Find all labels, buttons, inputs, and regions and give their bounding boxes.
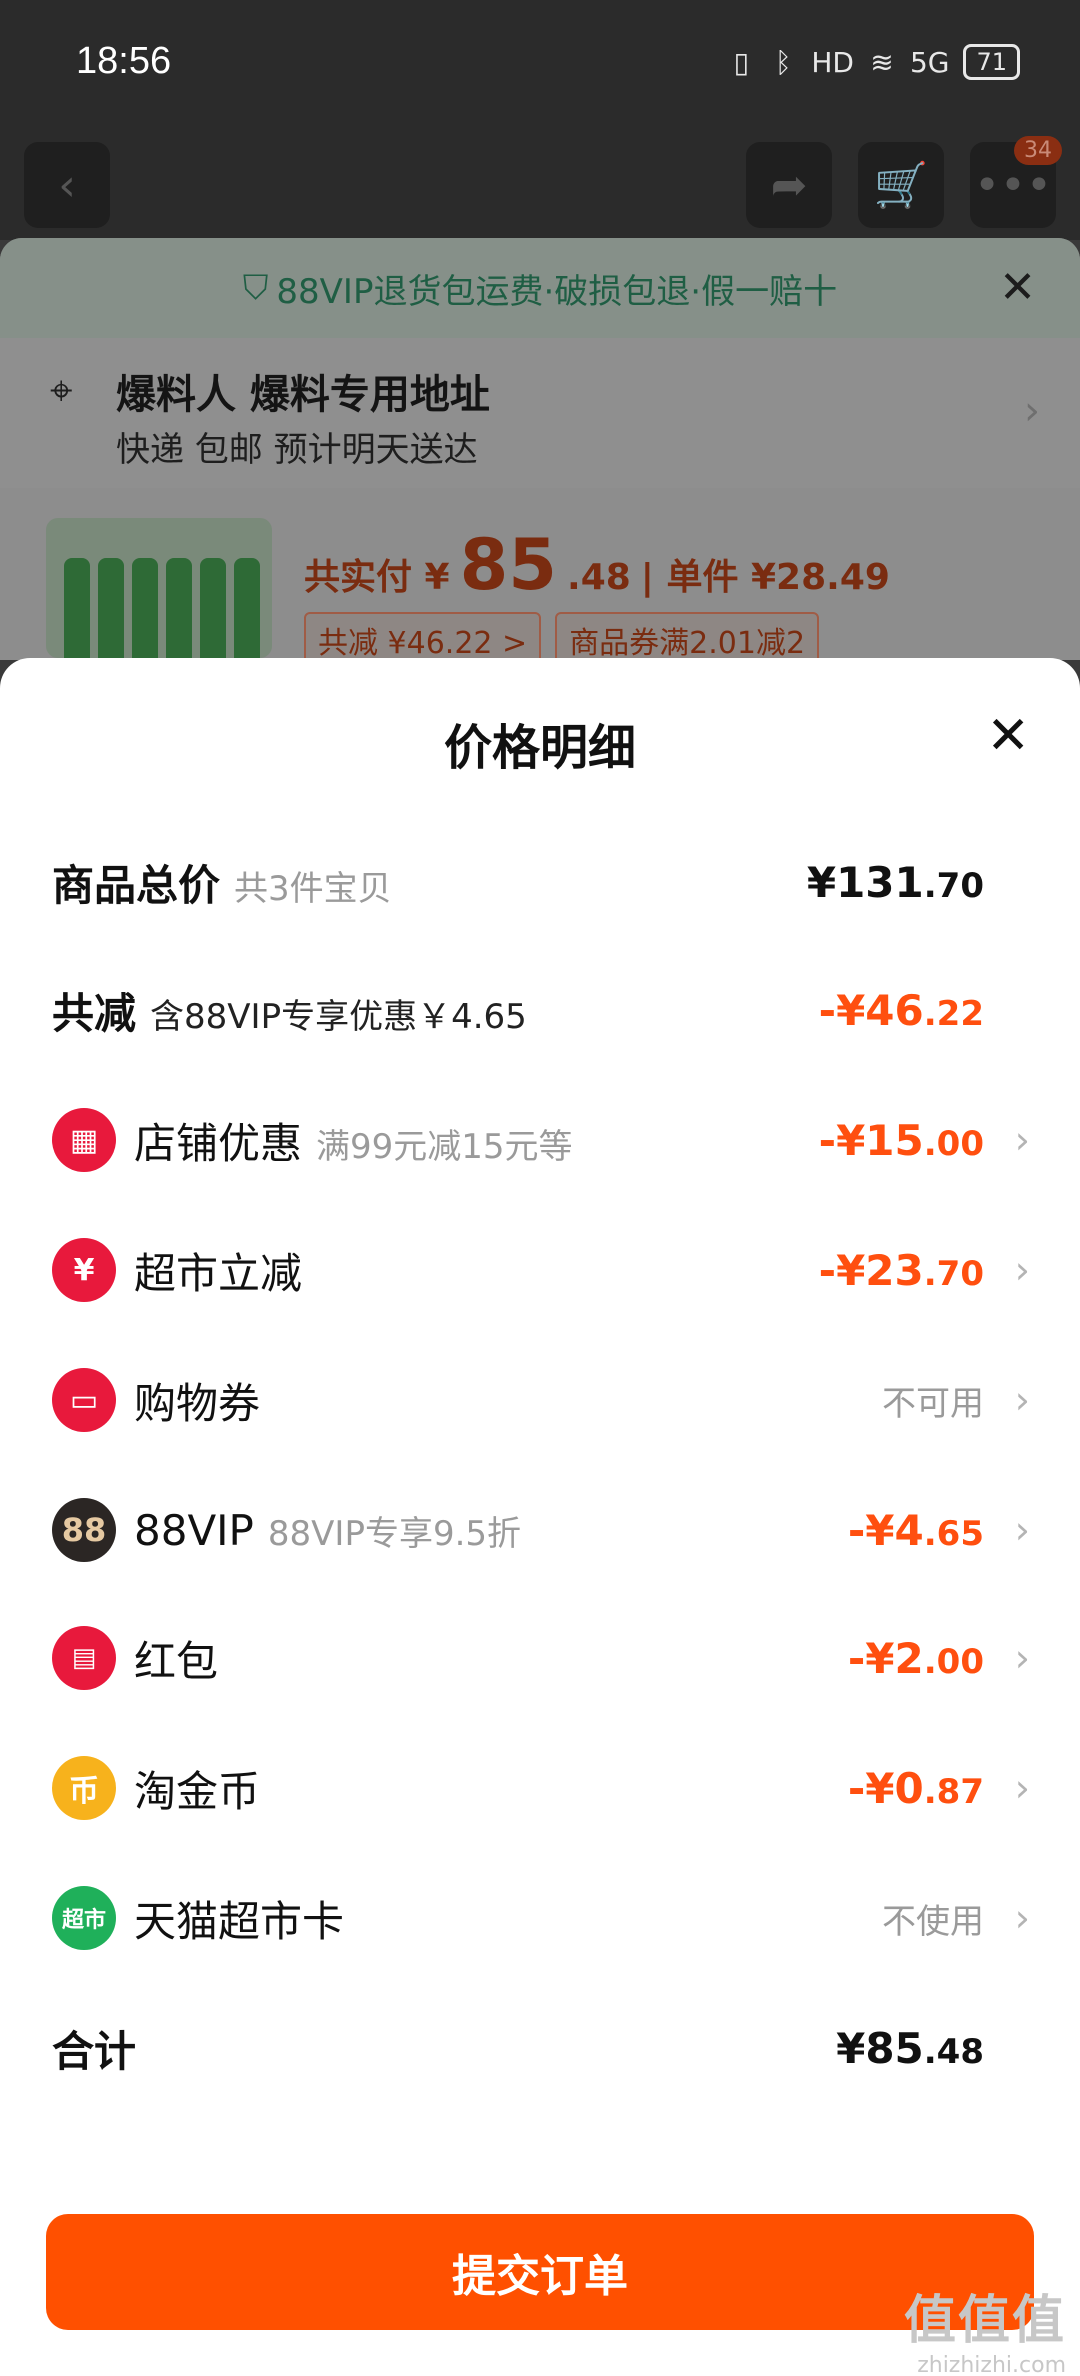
cart-icon: 🛒 xyxy=(873,160,929,211)
row-value: -¥0.87 xyxy=(847,1763,984,1813)
hd-icon: HD xyxy=(811,45,854,79)
sheet-title: 价格明细 xyxy=(443,720,636,776)
nav-bar: ‹ ➦ 🛒 ••• 34 xyxy=(0,130,1080,240)
row-shopping-coupon[interactable]: ▭ 购物券 不可用 › xyxy=(0,1350,1080,1450)
product-card: 共实付 ¥ 85.48 | 单件 ¥28.49 共减 ¥46.22 > 商品券满… xyxy=(0,500,1080,668)
address-title: 爆料人 爆料专用地址 xyxy=(116,372,490,418)
close-icon[interactable]: ✕ xyxy=(986,710,1030,762)
row-tmall-card[interactable]: 超市 天猫超市卡 不使用 › xyxy=(0,1868,1080,1968)
watermark: 值值值 zhizhizhi.com xyxy=(904,2278,1066,2376)
share-button[interactable]: ➦ xyxy=(746,142,832,228)
row-label: 商品总价 共3件宝贝 xyxy=(52,860,392,910)
row-taojinbi[interactable]: 币 淘金币 -¥0.87 › xyxy=(0,1738,1080,1838)
bluetooth-icon: ᛒ xyxy=(774,45,792,79)
row-sub: 共3件宝贝 xyxy=(234,868,392,909)
price-big: 85 xyxy=(459,524,558,606)
ticket-icon: ▭ xyxy=(52,1368,116,1432)
status-bar: 18:56 ▯ ᛒ HD ≋ 5G 71 xyxy=(0,0,1080,130)
row-value: -¥15.00 xyxy=(818,1115,984,1165)
unit-price: | 单件 ¥28.49 xyxy=(640,557,890,598)
chevron-left-icon: ‹ xyxy=(58,159,76,211)
vip-88-icon: 88 xyxy=(52,1498,116,1562)
banner-close-icon[interactable]: ✕ xyxy=(999,262,1036,313)
row-total-price: 商品总价 共3件宝贝 ¥131.70 xyxy=(0,832,1080,932)
chevron-right-icon: › xyxy=(1014,1378,1030,1422)
row-value: -¥4.65 xyxy=(847,1505,984,1555)
delivery-info: 快递 包邮 预计明天送达 xyxy=(116,430,478,470)
row-label: 天猫超市卡 xyxy=(134,1896,345,1946)
price-label: 共实付 ¥ xyxy=(304,557,450,598)
row-supermarket-discount[interactable]: ¥ 超市立减 -¥23.70 › xyxy=(0,1220,1080,1320)
product-image xyxy=(46,518,272,658)
share-icon: ➦ xyxy=(770,159,808,211)
vibrate-icon: ▯ xyxy=(733,45,750,79)
product-price: 共实付 ¥ 85.48 | 单件 ¥28.49 xyxy=(304,524,890,606)
more-button[interactable]: ••• 34 xyxy=(970,136,1062,228)
row-sum: 合计 ¥85.48 xyxy=(0,1998,1080,2098)
row-label: 合计 xyxy=(52,2026,137,2076)
row-value: -¥46.22 xyxy=(818,985,984,1035)
row-label: 红包 xyxy=(134,1636,219,1686)
row-sub: 满99元减15元等 xyxy=(316,1126,573,1167)
wifi-icon: ≋ xyxy=(870,45,894,79)
status-icons: ▯ ᛒ HD ≋ 5G 71 xyxy=(727,44,1020,80)
price-small: .48 xyxy=(567,557,631,598)
store-icon: ▦ xyxy=(52,1108,116,1172)
row-label: 共减 含88VIP专享优惠￥4.65 xyxy=(52,988,527,1038)
row-label: 购物券 xyxy=(134,1378,261,1428)
watermark-url: zhizhizhi.com xyxy=(917,2353,1066,2376)
row-label: 88VIP 88VIP专享9.5折 xyxy=(134,1505,522,1555)
row-label: 店铺优惠 满99元减15元等 xyxy=(134,1118,573,1168)
row-sub: 88VIP专享9.5折 xyxy=(267,1513,522,1554)
row-value: -¥23.70 xyxy=(818,1245,984,1295)
status-time: 18:56 xyxy=(76,40,172,82)
gold-coin-icon: 币 xyxy=(52,1756,116,1820)
chevron-right-icon: › xyxy=(1014,1636,1030,1680)
vip-banner-text: 88VIP退货包运费·破损包退·假一赔十 xyxy=(276,271,838,312)
5g-signal-icon: 5G xyxy=(909,45,950,79)
row-value: 不可用 xyxy=(882,1383,984,1424)
price-detail-sheet: 价格明细 ✕ 商品总价 共3件宝贝 ¥131.70 共减 含88VIP专享优惠￥4.… xyxy=(0,658,1080,2376)
back-button[interactable]: ‹ xyxy=(24,142,110,228)
vip-banner: ⛉ 88VIP退货包运费·破损包退·假一赔十 ✕ xyxy=(0,238,1080,338)
row-value: -¥2.00 xyxy=(847,1633,984,1683)
chevron-right-icon: › xyxy=(1014,1248,1030,1292)
address-card[interactable]: ⌖ 爆料人 爆料专用地址 快递 包邮 预计明天送达 › xyxy=(0,338,1080,488)
chevron-right-icon: › xyxy=(1014,1896,1030,1940)
battery-indicator: 71 xyxy=(963,44,1020,80)
chevron-right-icon: › xyxy=(1014,1508,1030,1552)
order-page-background: ⛉ 88VIP退货包运费·破损包退·假一赔十 ✕ ⌖ 爆料人 爆料专用地址 快递… xyxy=(0,238,1080,668)
chevron-right-icon: › xyxy=(1024,388,1040,434)
cart-badge: 34 xyxy=(1014,136,1062,165)
shield-check-icon: ⛉ xyxy=(242,268,269,308)
row-value: ¥131.70 xyxy=(806,857,984,907)
row-label: 超市立减 xyxy=(134,1248,303,1298)
row-sub: 含88VIP专享优惠￥4.65 xyxy=(150,996,527,1037)
row-value: ¥85.48 xyxy=(836,2023,984,2073)
red-packet-icon: ▤ xyxy=(52,1626,116,1690)
tmall-supermarket-icon: 超市 xyxy=(52,1886,116,1950)
row-red-packet[interactable]: ▤ 红包 -¥2.00 › xyxy=(0,1608,1080,1708)
chevron-right-icon: › xyxy=(1014,1766,1030,1810)
yuan-coin-icon: ¥ xyxy=(52,1238,116,1302)
message-icon: ••• xyxy=(974,159,1052,211)
submit-order-button[interactable]: 提交订单 xyxy=(46,2214,1034,2330)
row-total-discount: 共减 含88VIP专享优惠￥4.65 -¥46.22 xyxy=(0,960,1080,1060)
row-store-discount[interactable]: ▦ 店铺优惠 满99元减15元等 -¥15.00 › xyxy=(0,1090,1080,1190)
cart-button[interactable]: 🛒 xyxy=(858,142,944,228)
location-pin-icon: ⌖ xyxy=(50,368,73,414)
row-88vip[interactable]: 88 88VIP 88VIP专享9.5折 -¥4.65 › xyxy=(0,1480,1080,1580)
watermark-logo: 值值值 xyxy=(903,2291,1066,2351)
chevron-right-icon: › xyxy=(1014,1118,1030,1162)
row-value: 不使用 xyxy=(882,1901,984,1942)
row-label: 淘金币 xyxy=(134,1766,261,1816)
